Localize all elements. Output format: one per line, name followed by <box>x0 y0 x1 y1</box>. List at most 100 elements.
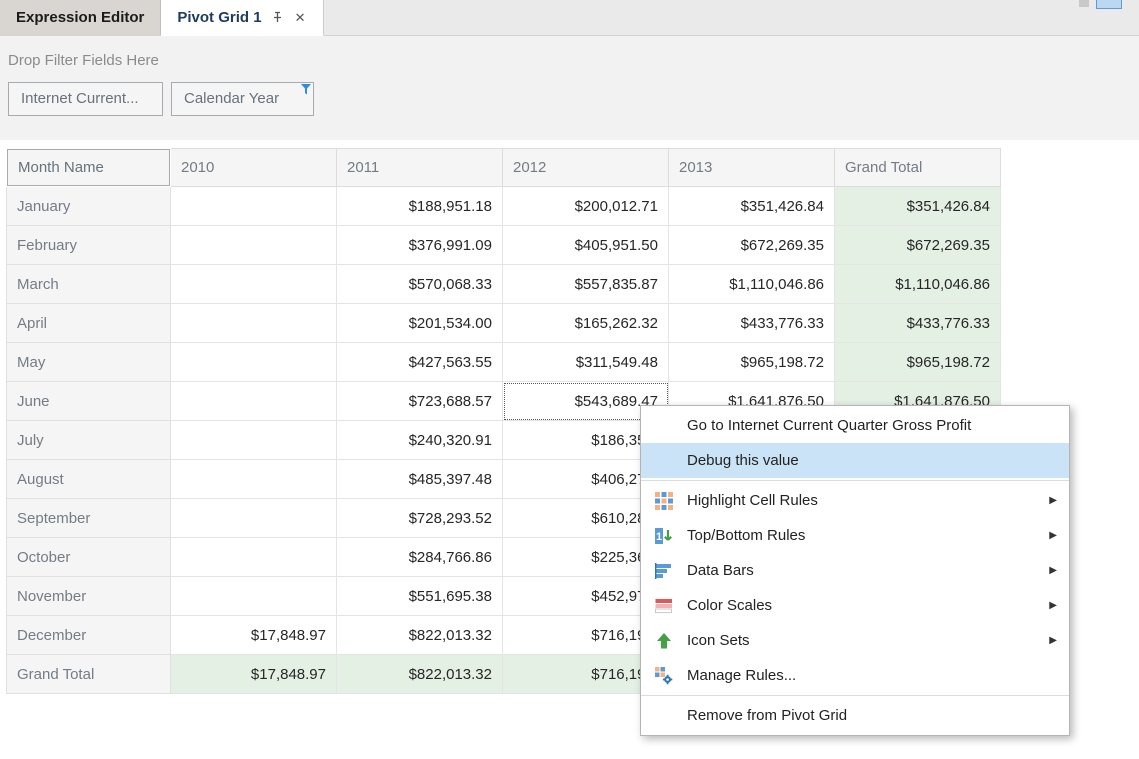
pivot-grid-panel: Drop Filter Fields Here Internet Current… <box>0 36 1139 759</box>
filter-field-internet-current[interactable]: Internet Current... <box>8 82 163 116</box>
row-label[interactable]: July <box>7 421 171 460</box>
filter-field-calendar-year[interactable]: Calendar Year <box>171 82 314 116</box>
data-bars-icon <box>653 561 675 581</box>
pivot-cell[interactable] <box>171 577 337 616</box>
menu-item-remove-from-pivot-grid[interactable]: Remove from Pivot Grid <box>641 698 1069 733</box>
row-label[interactable]: October <box>7 538 171 577</box>
menu-item-go-to-internet-current-quarter-gross-profit[interactable]: Go to Internet Current Quarter Gross Pro… <box>641 408 1069 443</box>
filter-funnel-icon[interactable] <box>300 84 312 95</box>
menu-item-debug-this-value[interactable]: Debug this value <box>641 443 1069 478</box>
pivot-cell[interactable]: $1,110,046.86 <box>669 265 835 304</box>
menu-item-highlight-cell-rules[interactable]: Highlight Cell Rules▶ <box>641 483 1069 518</box>
pivot-cell[interactable]: $351,426.84 <box>669 187 835 226</box>
row-label[interactable]: April <box>7 304 171 343</box>
color-scales-icon <box>653 596 675 616</box>
pivot-cell[interactable]: $201,534.00 <box>337 304 503 343</box>
submenu-arrow-icon: ▶ <box>1049 635 1057 646</box>
tab-label: Expression Editor <box>16 9 144 26</box>
pivot-cell[interactable]: $427,563.55 <box>337 343 503 382</box>
pivot-cell[interactable]: $200,012.71 <box>503 187 669 226</box>
pin-icon[interactable] <box>271 11 284 24</box>
tab-expression-editor[interactable]: Expression Editor <box>0 0 161 35</box>
row-label[interactable]: January <box>7 187 171 226</box>
column-header-row: Month Name 2010201120122013Grand Total <box>7 149 1001 187</box>
pivot-cell[interactable] <box>171 499 337 538</box>
pivot-cell[interactable]: $822,013.32 <box>337 655 503 694</box>
manage-rules-icon <box>653 666 675 686</box>
toolbar-button-fragment[interactable] <box>1096 0 1122 9</box>
pivot-cell[interactable]: $551,695.38 <box>337 577 503 616</box>
menu-item-label: Icon Sets <box>687 632 1041 649</box>
corner-cell: Month Name <box>7 149 171 187</box>
pivot-cell[interactable]: $311,549.48 <box>503 343 669 382</box>
column-header-grand-total[interactable]: Grand Total <box>835 149 1001 187</box>
row-label[interactable]: Grand Total <box>7 655 171 694</box>
pivot-cell[interactable]: $165,262.32 <box>503 304 669 343</box>
pivot-cell[interactable]: $433,776.33 <box>835 304 1001 343</box>
pivot-cell[interactable]: $376,991.09 <box>337 226 503 265</box>
column-header-2012[interactable]: 2012 <box>503 149 669 187</box>
menu-icon-placeholder <box>653 451 675 471</box>
pivot-cell[interactable] <box>171 304 337 343</box>
pivot-cell[interactable] <box>171 460 337 499</box>
toolbar-icon-fragment <box>1079 0 1089 7</box>
menu-item-manage-rules[interactable]: Manage Rules... <box>641 658 1069 693</box>
pivot-cell[interactable]: $485,397.48 <box>337 460 503 499</box>
row-label[interactable]: September <box>7 499 171 538</box>
menu-item-color-scales[interactable]: Color Scales▶ <box>641 588 1069 623</box>
field-label: Calendar Year <box>184 90 279 107</box>
row-field-month-name[interactable]: Month Name <box>7 149 170 186</box>
pivot-cell[interactable]: $672,269.35 <box>669 226 835 265</box>
pivot-cell[interactable]: $17,848.97 <box>171 655 337 694</box>
menu-item-label: Data Bars <box>687 562 1041 579</box>
pivot-cell[interactable]: $284,766.86 <box>337 538 503 577</box>
column-header-2010[interactable]: 2010 <box>171 149 337 187</box>
pivot-cell[interactable]: $351,426.84 <box>835 187 1001 226</box>
pivot-cell[interactable]: $557,835.87 <box>503 265 669 304</box>
menu-item-label: Debug this value <box>687 452 1057 469</box>
pivot-cell[interactable]: $570,068.33 <box>337 265 503 304</box>
row-label[interactable]: August <box>7 460 171 499</box>
pivot-cell[interactable] <box>171 421 337 460</box>
pivot-cell[interactable]: $672,269.35 <box>835 226 1001 265</box>
row-label[interactable]: May <box>7 343 171 382</box>
column-header-2011[interactable]: 2011 <box>337 149 503 187</box>
menu-item-icon-sets[interactable]: Icon Sets ▶ <box>641 623 1069 658</box>
pivot-cell[interactable]: $723,688.57 <box>337 382 503 421</box>
pivot-cell[interactable]: $188,951.18 <box>337 187 503 226</box>
close-icon[interactable]: ✕ <box>293 9 308 26</box>
menu-item-label: Manage Rules... <box>687 667 1057 684</box>
menu-icon-placeholder <box>653 416 675 436</box>
menu-item-label: Color Scales <box>687 597 1041 614</box>
submenu-arrow-icon: ▶ <box>1049 530 1057 541</box>
context-menu: Go to Internet Current Quarter Gross Pro… <box>640 405 1070 736</box>
pivot-cell[interactable]: $822,013.32 <box>337 616 503 655</box>
pivot-cell[interactable]: $240,320.91 <box>337 421 503 460</box>
pivot-cell[interactable] <box>171 187 337 226</box>
tab-pivot-grid-1[interactable]: Pivot Grid 1 ✕ <box>161 0 324 36</box>
table-row-march: March$570,068.33$557,835.87$1,110,046.86… <box>7 265 1001 304</box>
row-label[interactable]: December <box>7 616 171 655</box>
menu-item-data-bars[interactable]: Data Bars ▶ <box>641 553 1069 588</box>
submenu-arrow-icon: ▶ <box>1049 565 1057 576</box>
row-label[interactable]: June <box>7 382 171 421</box>
menu-item-top-bottom-rules[interactable]: 1Top/Bottom Rules▶ <box>641 518 1069 553</box>
column-header-2013[interactable]: 2013 <box>669 149 835 187</box>
pivot-cell[interactable]: $1,110,046.86 <box>835 265 1001 304</box>
pivot-cell[interactable] <box>171 343 337 382</box>
pivot-cell[interactable] <box>171 265 337 304</box>
pivot-cell[interactable] <box>171 382 337 421</box>
row-label[interactable]: March <box>7 265 171 304</box>
row-label[interactable]: February <box>7 226 171 265</box>
svg-text:1: 1 <box>656 531 662 543</box>
pivot-cell[interactable]: $405,951.50 <box>503 226 669 265</box>
row-label[interactable]: November <box>7 577 171 616</box>
pivot-cell[interactable]: $17,848.97 <box>171 616 337 655</box>
pivot-cell[interactable]: $965,198.72 <box>669 343 835 382</box>
pivot-cell[interactable] <box>171 538 337 577</box>
pivot-cell[interactable] <box>171 226 337 265</box>
pivot-cell[interactable]: $433,776.33 <box>669 304 835 343</box>
pivot-cell[interactable]: $965,198.72 <box>835 343 1001 382</box>
icon-sets-icon <box>653 631 675 651</box>
pivot-cell[interactable]: $728,293.52 <box>337 499 503 538</box>
